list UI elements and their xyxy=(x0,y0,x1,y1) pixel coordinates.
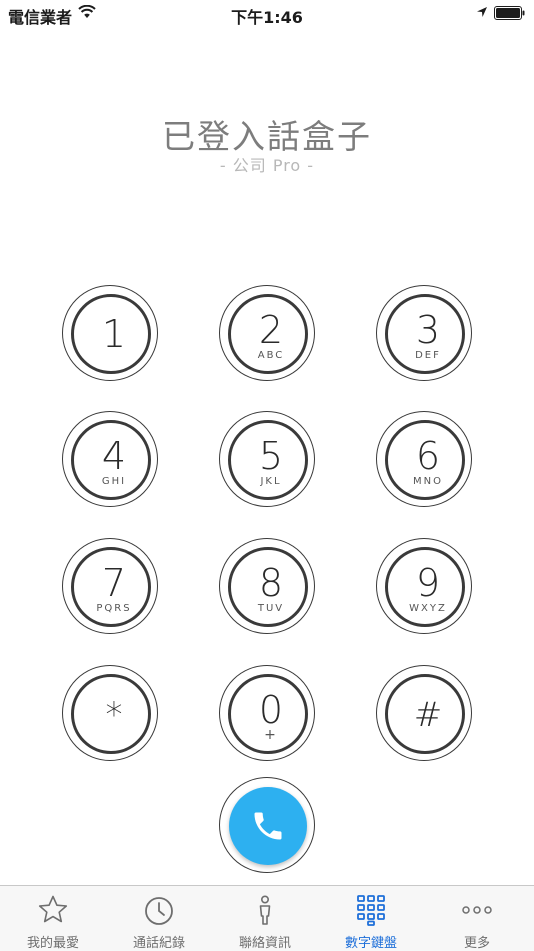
key-2[interactable]: 2 ABC xyxy=(219,285,315,381)
key-letters: DEF xyxy=(415,350,441,361)
tab-keypad[interactable]: 數字鍵盤 xyxy=(318,886,424,951)
key-5[interactable]: 5 JKL xyxy=(219,411,315,507)
tab-recents[interactable]: 通話紀錄 xyxy=(106,886,212,951)
key-digit: 1 xyxy=(101,312,127,356)
keypad-icon xyxy=(357,895,385,926)
key-3[interactable]: 3 DEF xyxy=(376,285,472,381)
tab-label: 通話紀錄 xyxy=(132,936,185,951)
tab-label: 我的最愛 xyxy=(26,936,79,951)
key-0[interactable]: 0 + xyxy=(219,665,315,761)
phone-icon xyxy=(254,812,282,840)
key-letters: + xyxy=(264,727,278,743)
tab-more[interactable]: 更多 xyxy=(424,886,530,951)
key-digit: 9 xyxy=(415,561,441,605)
tab-contacts[interactable]: 聯絡資訊 xyxy=(212,886,318,951)
star-icon xyxy=(38,895,68,923)
person-icon xyxy=(259,895,271,925)
tab-label: 聯絡資訊 xyxy=(238,936,291,951)
tab-label: 數字鍵盤 xyxy=(344,936,397,951)
key-digit: 4 xyxy=(101,434,127,478)
key-digit: 2 xyxy=(258,308,284,352)
key-letters: JKL xyxy=(260,476,282,487)
dial-keypad: 1 2 ABC 3 DEF 4 GHI 5 JKL 6 MNO 7 PQRS 8… xyxy=(0,0,534,880)
more-icon xyxy=(462,906,492,914)
key-8[interactable]: 8 TUV xyxy=(219,538,315,634)
key-1[interactable]: 1 xyxy=(62,285,158,381)
key-letters: PQRS xyxy=(96,603,132,614)
key-letters: WXYZ xyxy=(409,603,447,614)
key-4[interactable]: 4 GHI xyxy=(62,411,158,507)
tab-bar: 我的最愛 通話紀錄 聯絡資訊 數字鍵盤 更多 xyxy=(0,885,534,951)
key-digit: 0 xyxy=(258,688,284,732)
key-digit: 3 xyxy=(415,308,441,352)
clock-icon xyxy=(145,897,173,925)
key-digit: 7 xyxy=(101,561,127,605)
key-digit: * xyxy=(105,695,123,735)
key-9[interactable]: 9 WXYZ xyxy=(376,538,472,634)
key-digit: # xyxy=(413,695,443,735)
tab-label: 更多 xyxy=(463,936,490,951)
key-star[interactable]: * xyxy=(62,665,158,761)
key-7[interactable]: 7 PQRS xyxy=(62,538,158,634)
key-digit: 6 xyxy=(415,434,441,478)
call-button-ring xyxy=(219,777,315,873)
tab-favorites[interactable]: 我的最愛 xyxy=(0,886,106,951)
key-hash[interactable]: # xyxy=(376,665,472,761)
key-letters: TUV xyxy=(257,603,285,614)
key-letters: GHI xyxy=(101,476,127,487)
key-digit: 5 xyxy=(258,434,284,478)
key-letters: ABC xyxy=(257,350,285,361)
key-6[interactable]: 6 MNO xyxy=(376,411,472,507)
key-letters: MNO xyxy=(413,476,443,487)
key-digit: 8 xyxy=(258,561,284,605)
call-button[interactable] xyxy=(229,787,307,865)
